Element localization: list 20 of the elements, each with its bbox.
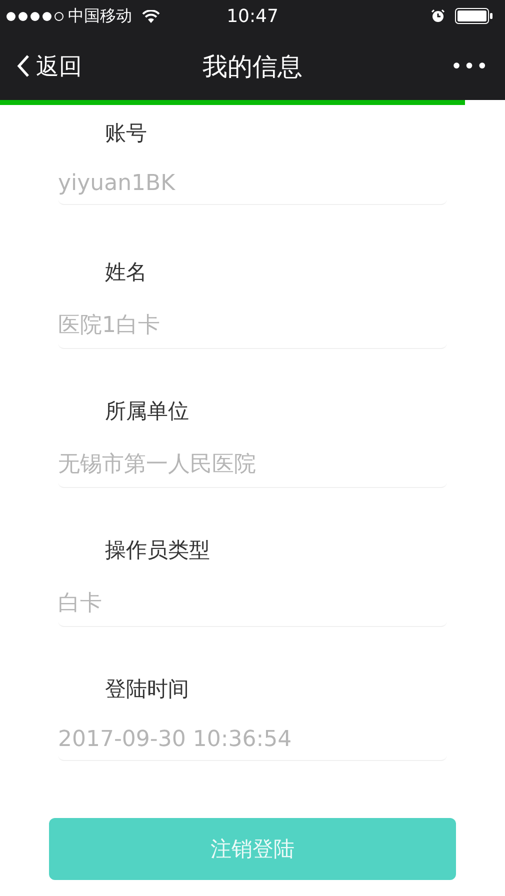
field-label: 登陆时间 — [104, 676, 190, 703]
more-button[interactable]: ••• — [450, 54, 489, 78]
page-title: 我的信息 — [202, 50, 302, 82]
field-label: 姓名 — [104, 259, 148, 286]
battery-icon — [455, 8, 493, 24]
alarm-icon — [431, 9, 445, 23]
field-label: 账号 — [104, 120, 148, 147]
field-value: yiyuan1BK — [58, 171, 447, 205]
field-label: 操作员类型 — [104, 537, 211, 564]
back-icon — [16, 54, 30, 78]
field-value: 无锡市第一人民医院 — [58, 449, 447, 488]
field-label: 所属单位 — [104, 398, 190, 425]
signal-icon — [6, 10, 64, 22]
carrier-name: 中国移动 — [68, 6, 132, 26]
back-button[interactable]: 返回 — [16, 50, 82, 82]
field-value: 2017-09-30 10:36:54 — [58, 727, 447, 761]
field-value: 医院1白卡 — [58, 310, 447, 349]
field-value: 白卡 — [58, 588, 447, 627]
wifi-icon — [142, 10, 160, 22]
clock-time: 10:47 — [226, 6, 278, 26]
